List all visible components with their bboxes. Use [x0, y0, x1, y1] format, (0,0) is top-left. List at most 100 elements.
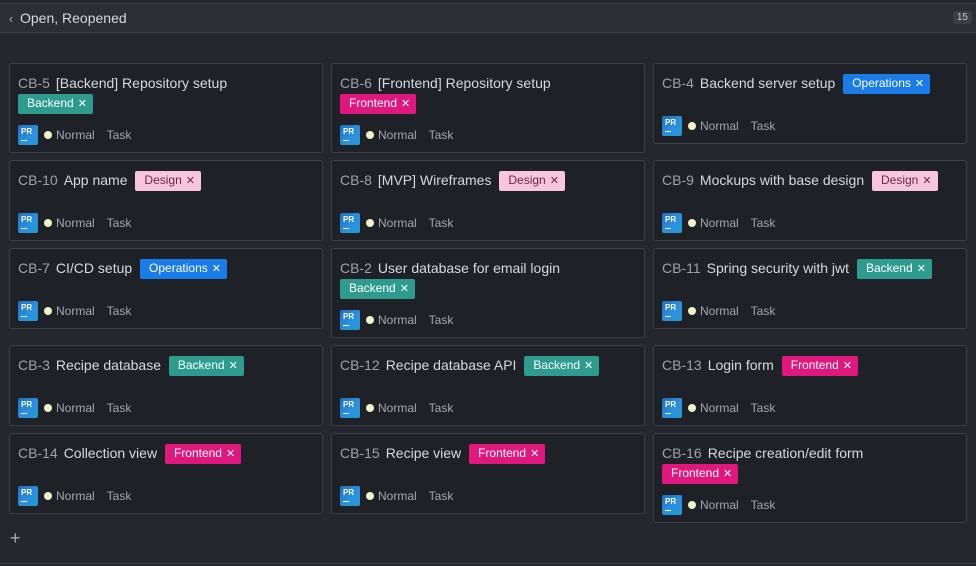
- issue-key[interactable]: CB-12: [340, 357, 380, 373]
- avatar[interactable]: PR: [18, 125, 38, 145]
- priority[interactable]: Normal: [700, 401, 739, 415]
- issue-title[interactable]: Login form: [708, 357, 774, 373]
- priority[interactable]: Normal: [56, 216, 95, 230]
- priority[interactable]: Normal: [700, 216, 739, 230]
- issue-type[interactable]: Task: [429, 128, 454, 142]
- priority[interactable]: Normal: [56, 304, 95, 318]
- avatar[interactable]: PR: [662, 213, 682, 233]
- issue-type[interactable]: Task: [107, 216, 132, 230]
- label-tag[interactable]: Frontend ✕: [781, 356, 858, 376]
- priority[interactable]: Normal: [56, 128, 95, 142]
- close-icon[interactable]: ✕: [400, 283, 409, 295]
- issue-card[interactable]: CB-8 [MVP] Wireframes Design ✕ PR Normal T…: [331, 160, 645, 241]
- issue-type[interactable]: Task: [751, 304, 776, 318]
- issue-type[interactable]: Task: [429, 401, 454, 415]
- issue-key[interactable]: CB-16: [662, 445, 702, 461]
- issue-key[interactable]: CB-7: [18, 260, 50, 276]
- avatar[interactable]: PR: [662, 116, 682, 136]
- close-icon[interactable]: ✕: [584, 360, 593, 372]
- close-icon[interactable]: ✕: [78, 98, 87, 110]
- issue-title[interactable]: Spring security with jwt: [707, 260, 849, 276]
- issue-type[interactable]: Task: [751, 498, 776, 512]
- issue-key[interactable]: CB-13: [662, 357, 702, 373]
- avatar[interactable]: PR: [18, 398, 38, 418]
- issue-title[interactable]: Recipe database API: [386, 357, 517, 373]
- issue-card[interactable]: CB-6 [Frontend] Repository setup Frontend…: [331, 63, 645, 153]
- label-tag[interactable]: Design ✕: [135, 171, 201, 191]
- issue-card[interactable]: CB-16 Recipe creation/edit form Frontend ✕…: [653, 433, 967, 523]
- avatar[interactable]: PR: [340, 125, 360, 145]
- close-icon[interactable]: ✕: [915, 78, 924, 90]
- issue-type[interactable]: Task: [107, 128, 132, 142]
- avatar[interactable]: PR: [662, 495, 682, 515]
- issue-type[interactable]: Task: [751, 119, 776, 133]
- issue-type[interactable]: Task: [751, 216, 776, 230]
- plus-icon[interactable]: +: [10, 529, 21, 547]
- issue-type[interactable]: Task: [429, 489, 454, 503]
- issue-card[interactable]: CB-15 Recipe view Frontend ✕ PR Normal Tas…: [331, 433, 645, 514]
- label-tag[interactable]: Backend ✕: [524, 356, 600, 376]
- priority[interactable]: Normal: [378, 216, 417, 230]
- label-tag[interactable]: Backend ✕: [168, 356, 244, 376]
- issue-type[interactable]: Task: [429, 216, 454, 230]
- issue-key[interactable]: CB-8: [340, 172, 372, 188]
- label-tag[interactable]: Backend ✕: [856, 259, 932, 279]
- issue-title[interactable]: Recipe creation/edit form: [708, 445, 864, 461]
- close-icon[interactable]: ✕: [723, 468, 732, 480]
- label-tag[interactable]: Frontend ✕: [164, 444, 242, 464]
- label-tag[interactable]: Design ✕: [499, 171, 565, 191]
- issue-card[interactable]: CB-2 User database for email login Backen…: [331, 248, 645, 338]
- issue-key[interactable]: CB-2: [340, 260, 372, 276]
- issue-title[interactable]: Backend server setup: [700, 75, 835, 91]
- close-icon[interactable]: ✕: [229, 360, 238, 372]
- close-icon[interactable]: ✕: [186, 175, 195, 187]
- issue-key[interactable]: CB-3: [18, 357, 50, 373]
- label-tag[interactable]: Design ✕: [872, 171, 938, 191]
- issue-key[interactable]: CB-15: [340, 445, 380, 461]
- issue-title[interactable]: [Frontend] Repository setup: [378, 75, 551, 91]
- label-tag[interactable]: Backend ✕: [18, 94, 93, 114]
- issue-title[interactable]: User database for email login: [378, 260, 560, 276]
- issue-type[interactable]: Task: [751, 401, 776, 415]
- issue-key[interactable]: CB-10: [18, 172, 58, 188]
- priority[interactable]: Normal: [56, 401, 95, 415]
- issue-card[interactable]: CB-11 Spring security with jwt Backend ✕ P…: [653, 248, 967, 329]
- avatar[interactable]: PR: [18, 213, 38, 233]
- issue-key[interactable]: CB-11: [662, 260, 701, 276]
- close-icon[interactable]: ✕: [226, 448, 235, 460]
- close-icon[interactable]: ✕: [401, 98, 410, 110]
- issue-card[interactable]: CB-10 App name Design ✕ PR Normal Task: [9, 160, 323, 241]
- issue-title[interactable]: Collection view: [64, 445, 157, 461]
- avatar[interactable]: PR: [340, 213, 360, 233]
- issue-card[interactable]: CB-3 Recipe database Backend ✕ PR Normal T…: [9, 345, 323, 426]
- close-icon[interactable]: ✕: [922, 175, 931, 187]
- issue-card[interactable]: CB-13 Login form Frontend ✕ PR Normal Task: [653, 345, 967, 426]
- issue-card[interactable]: CB-4 Backend server setup Operations ✕ PR …: [653, 63, 967, 144]
- avatar[interactable]: PR: [18, 301, 38, 321]
- issue-title[interactable]: Mockups with base design: [700, 172, 864, 188]
- avatar[interactable]: PR: [340, 486, 360, 506]
- issue-card[interactable]: CB-7 CI/CD setup Operations ✕ PR Normal Ta…: [9, 248, 323, 329]
- issue-type[interactable]: Task: [107, 489, 132, 503]
- priority[interactable]: Normal: [378, 401, 417, 415]
- avatar[interactable]: PR: [340, 398, 360, 418]
- priority[interactable]: Normal: [378, 489, 417, 503]
- close-icon[interactable]: ✕: [550, 175, 559, 187]
- label-tag[interactable]: Frontend ✕: [340, 94, 417, 114]
- chevron-left-icon[interactable]: ‹: [4, 11, 18, 26]
- close-icon[interactable]: ✕: [917, 263, 926, 275]
- label-tag[interactable]: Backend ✕: [340, 279, 415, 299]
- label-tag[interactable]: Frontend ✕: [469, 444, 546, 464]
- issue-type[interactable]: Task: [107, 304, 132, 318]
- issue-title[interactable]: Recipe view: [386, 445, 461, 461]
- issue-title[interactable]: Recipe database: [56, 357, 161, 373]
- issue-type[interactable]: Task: [429, 313, 454, 327]
- avatar[interactable]: PR: [340, 310, 360, 330]
- label-tag[interactable]: Operations ✕: [843, 74, 931, 94]
- issue-key[interactable]: CB-5: [18, 75, 50, 91]
- avatar[interactable]: PR: [18, 486, 38, 506]
- issue-title[interactable]: CI/CD setup: [56, 260, 132, 276]
- close-icon[interactable]: ✕: [530, 448, 539, 460]
- priority[interactable]: Normal: [700, 304, 739, 318]
- avatar[interactable]: PR: [662, 301, 682, 321]
